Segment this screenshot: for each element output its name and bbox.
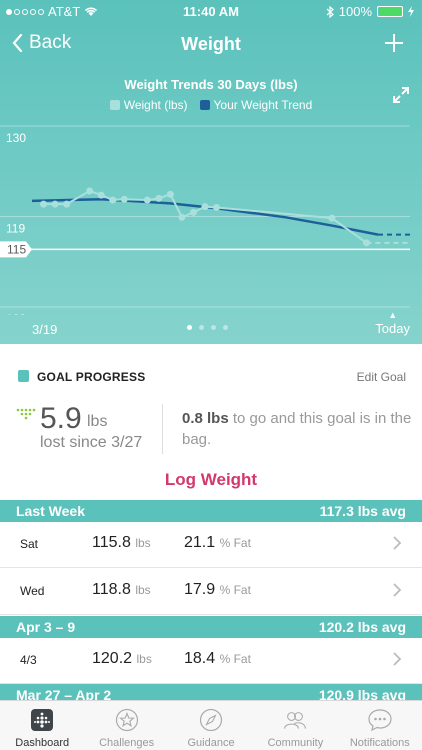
weight-point xyxy=(109,196,117,204)
lost-since: lost since 3/27 xyxy=(40,434,143,451)
battery-percent: 100% xyxy=(338,4,372,19)
log-row[interactable]: Wed 118.8 lbs 17.9 % Fat xyxy=(0,569,422,615)
x-end-label: Today xyxy=(375,321,410,336)
y-tick-label: 108 xyxy=(6,312,26,315)
chevron-right-icon xyxy=(393,583,402,597)
weight-point xyxy=(166,190,174,198)
weight-point xyxy=(97,191,105,199)
compass-icon xyxy=(198,707,224,733)
weight-point xyxy=(201,203,209,211)
goal-header: GOAL PROGRESS Edit Goal xyxy=(0,366,422,388)
weight-point xyxy=(362,239,370,247)
weight-point xyxy=(178,213,186,221)
up-arrow-icon: ▲ xyxy=(388,310,398,320)
page-title: Weight xyxy=(181,34,241,54)
chevron-right-icon xyxy=(393,652,402,666)
tab-guidance[interactable]: Guidance xyxy=(169,701,253,750)
lost-unit: lbs xyxy=(87,413,108,430)
y-tick-label: 130 xyxy=(6,131,26,145)
add-button[interactable] xyxy=(384,28,404,60)
nav-bar: Back Weight xyxy=(0,26,422,62)
flag-icon xyxy=(18,370,29,382)
tab-bar: Dashboard Challenges Guidance Community … xyxy=(0,700,422,750)
bluetooth-icon xyxy=(326,5,334,18)
status-bar: AT&T 11:40 AM 100% xyxy=(0,0,422,22)
weight-point xyxy=(328,214,336,222)
edit-goal-button[interactable]: Edit Goal xyxy=(357,370,406,384)
weight-point xyxy=(143,196,151,204)
goal-remaining: 0.8 lbs to go and this goal is in the ba… xyxy=(182,410,412,448)
battery-icon xyxy=(377,6,403,17)
tab-dashboard[interactable]: Dashboard xyxy=(0,701,84,750)
fitbit-dots-icon xyxy=(16,408,36,420)
x-end: ▲ Today xyxy=(375,310,410,338)
lost-value: 5.9 xyxy=(40,402,82,435)
people-icon xyxy=(282,707,308,733)
weight-point xyxy=(155,194,163,202)
week-header: Last Week 117.3 lbs avg xyxy=(0,500,422,522)
weight-point xyxy=(120,195,128,203)
dashboard-icon xyxy=(29,707,55,733)
chevron-right-icon xyxy=(393,536,402,550)
week-header: Apr 3 – 9 120.2 lbs avg xyxy=(0,616,422,638)
tab-community[interactable]: Community xyxy=(253,701,337,750)
star-icon xyxy=(114,707,140,733)
log-row[interactable]: 4/3 120.2 lbs 18.4 % Fat xyxy=(0,638,422,684)
goal-progress: 5.9 lbs lost since 3/27 0.8 lbs to go an… xyxy=(0,400,422,460)
tab-notifications[interactable]: Notifications xyxy=(338,701,422,750)
x-start-label: 3/19 xyxy=(32,322,58,337)
goal-header-label: GOAL PROGRESS xyxy=(37,370,146,384)
chart-title: Weight Trends 30 Days (lbs) xyxy=(124,77,298,92)
expand-icon xyxy=(393,87,409,103)
y-tick-label: 119 xyxy=(6,222,25,236)
tab-challenges[interactable]: Challenges xyxy=(84,701,168,750)
weight-point xyxy=(213,203,221,211)
log-row[interactable]: Sat 115.8 lbs 21.1 % Fat xyxy=(0,522,422,568)
log-weight-button[interactable]: Log Weight xyxy=(0,470,422,490)
divider xyxy=(162,404,163,454)
charging-icon xyxy=(408,6,414,17)
chat-icon xyxy=(367,707,393,733)
weight-point xyxy=(40,200,48,208)
weight-point xyxy=(63,200,71,208)
weight-point xyxy=(86,187,94,195)
weight-point xyxy=(51,200,59,208)
weight-point xyxy=(189,208,197,216)
expand-button[interactable] xyxy=(392,86,410,109)
goal-tag-label: 115 xyxy=(7,242,26,256)
plus-icon xyxy=(385,34,403,52)
chart-pager[interactable] xyxy=(187,325,228,330)
weight-chart[interactable]: 130 119 108 115 xyxy=(0,110,422,315)
chart-header: AT&T 11:40 AM 100% Back Weight Weight Tr… xyxy=(0,0,422,344)
